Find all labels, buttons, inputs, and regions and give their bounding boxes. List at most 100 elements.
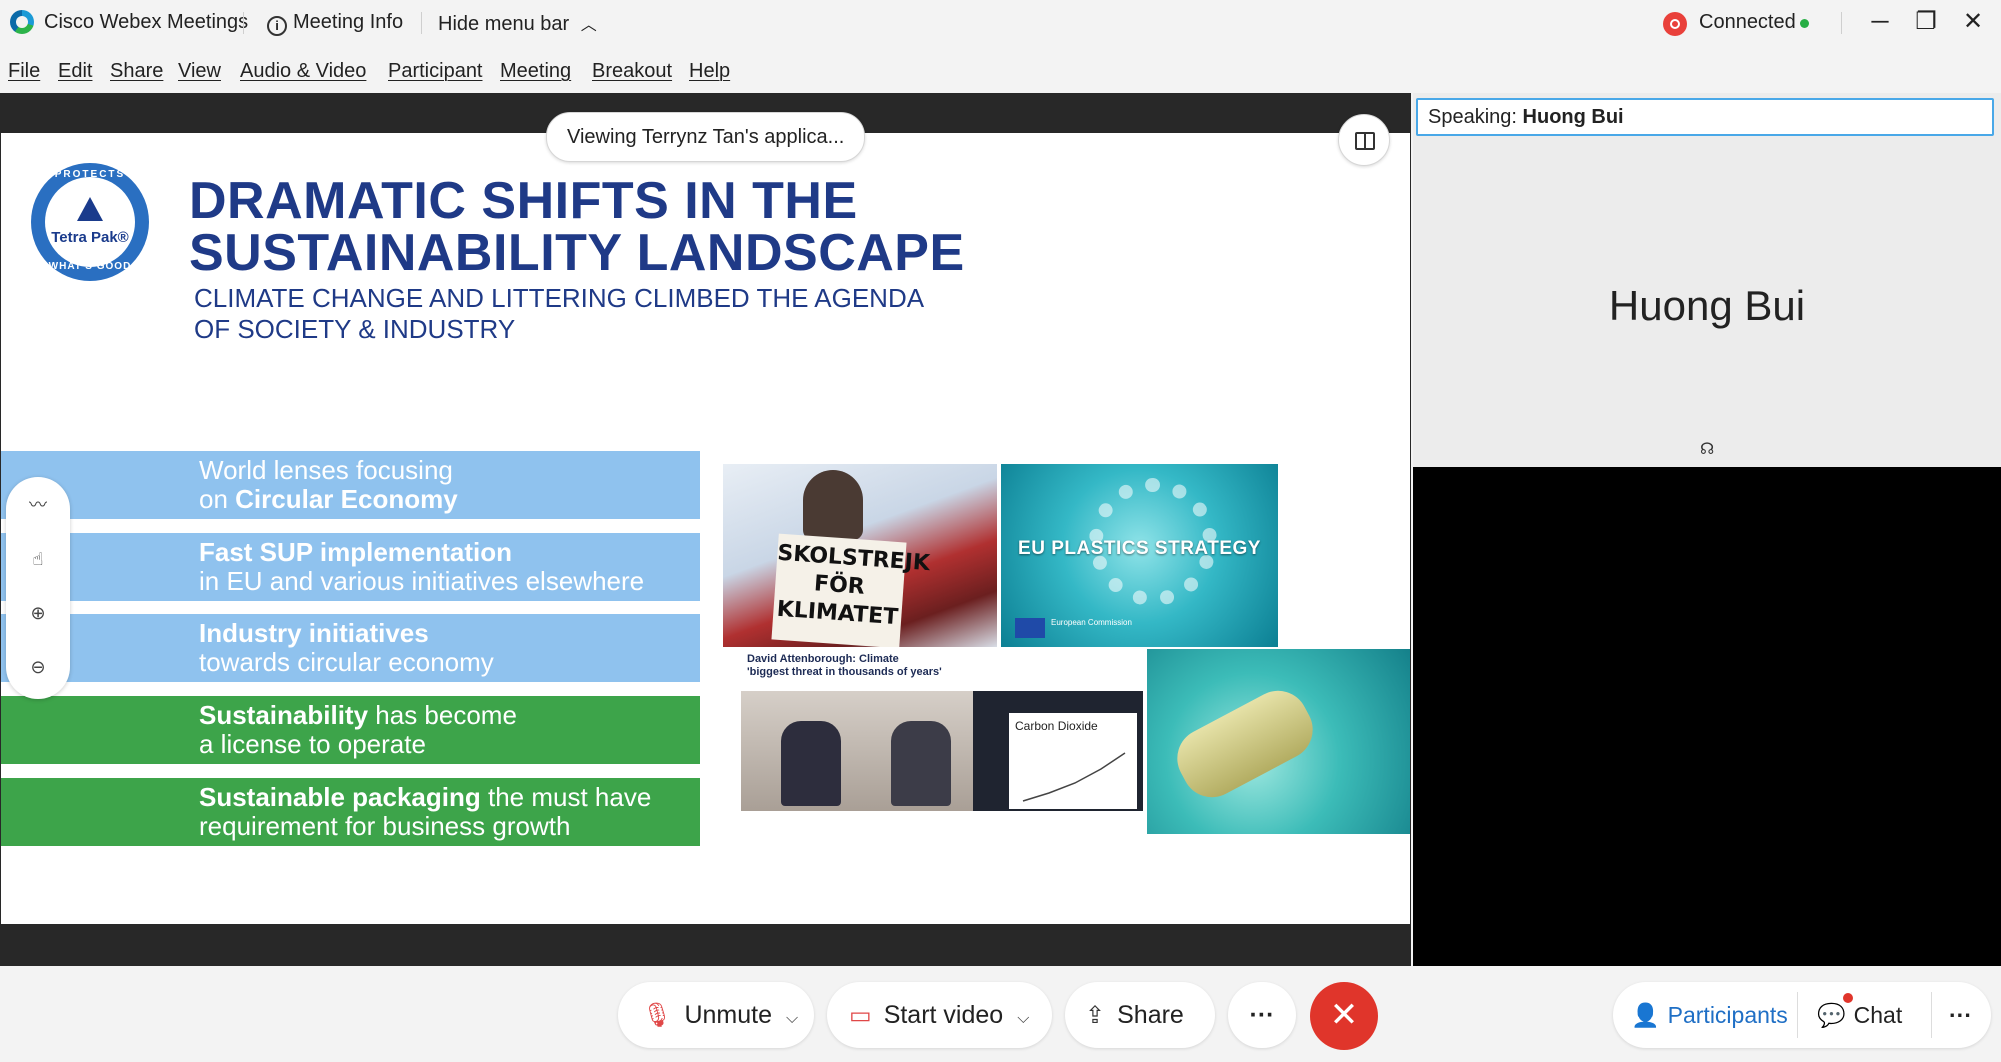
chevron-up-icon: ︿ xyxy=(580,17,597,34)
annotation-toolbar: 〰 ☝ ⊕ ⊖ xyxy=(6,477,70,699)
chat-notification-icon xyxy=(1843,993,1853,1003)
menu-share[interactable]: Share xyxy=(110,60,163,83)
menu-breakout[interactable]: Breakout xyxy=(592,60,672,83)
band-text: towards circular economy xyxy=(199,647,494,677)
hide-menu-bar-button[interactable]: Hide menu bar ︿ xyxy=(438,11,597,36)
layout-toggle-button[interactable] xyxy=(1338,114,1390,166)
person-silhouette xyxy=(781,721,841,806)
logo-name: Tetra Pak® xyxy=(51,229,129,246)
shared-slide: PROTECTS Tetra Pak® WHAT'S GOOD DRAMATIC… xyxy=(1,133,1410,924)
participant-name: Huong Bui xyxy=(1608,282,1806,329)
unmute-button[interactable]: 🎙 Unmute ⌵ xyxy=(618,982,814,1048)
band-text: on xyxy=(199,484,236,514)
menu-participant[interactable]: Participant xyxy=(388,60,483,83)
plastic-bottle-photo xyxy=(1147,649,1410,834)
band-text-bold: Industry initiatives xyxy=(199,618,429,648)
video-off-icon: ▭ xyxy=(849,1002,872,1029)
connected-indicator-icon xyxy=(1800,19,1809,28)
meeting-info-label: Meeting Info xyxy=(293,11,404,33)
unmute-label: Unmute xyxy=(684,1001,773,1029)
band-text: the must have xyxy=(480,782,652,812)
end-meeting-button[interactable]: ✕ xyxy=(1310,982,1378,1050)
zoom-out-icon[interactable]: ⊖ xyxy=(26,655,50,679)
microphone-muted-icon: 🎙 xyxy=(642,1002,673,1029)
tetra-pak-logo: PROTECTS Tetra Pak® WHAT'S GOOD xyxy=(31,163,149,281)
slide-title: DRAMATIC SHIFTS IN THE SUSTAINABILITY LA… xyxy=(189,175,1089,279)
photo-caption-line1: David Attenborough: Climate xyxy=(747,653,899,665)
menu-help[interactable]: Help xyxy=(689,60,730,83)
photo-caption-line2: 'biggest threat in thousands of years' xyxy=(747,666,942,678)
band-sustainable-packaging: Sustainable packaging the must have requi… xyxy=(1,778,700,846)
eu-plastics-photo: EU PLASTICS STRATEGY European Commission xyxy=(1001,464,1278,647)
meeting-info-button[interactable]: i Meeting Info xyxy=(267,11,403,36)
participants-button[interactable]: 👤 Participants xyxy=(1631,982,1788,1048)
eu-plastics-text: EU PLASTICS STRATEGY xyxy=(1018,538,1261,559)
restore-button[interactable]: ❐ xyxy=(1908,6,1944,38)
person-silhouette xyxy=(891,721,951,806)
menu-meeting[interactable]: Meeting xyxy=(500,60,571,83)
separator xyxy=(1931,992,1932,1038)
info-icon: i xyxy=(267,16,287,36)
band-text: a license to operate xyxy=(199,729,426,759)
slide-subtitle: CLIMATE CHANGE AND LITTERING CLIMBED THE… xyxy=(194,283,1014,345)
participants-icon: 👤 xyxy=(1631,1002,1660,1028)
band-text: requirement for business growth xyxy=(199,811,571,841)
start-video-button[interactable]: ▭ Start video ⌵ xyxy=(827,982,1052,1048)
share-area-footer xyxy=(0,924,1411,966)
pointer-icon[interactable]: ☝ xyxy=(26,547,50,571)
chat-button[interactable]: 💬 Chat xyxy=(1817,982,1902,1048)
protest-sign: SKOLSTREJK FÖR KLIMATET xyxy=(771,533,931,647)
tetra-pak-triangle-icon xyxy=(77,197,103,221)
slide-subtitle-line1: CLIMATE CHANGE AND LITTERING CLIMBED THE… xyxy=(194,283,925,313)
menu-audio-video[interactable]: Audio & Video xyxy=(240,60,366,83)
participants-label: Participants xyxy=(1667,1002,1788,1028)
hide-menu-bar-label: Hide menu bar xyxy=(438,13,570,35)
separator xyxy=(1797,992,1798,1038)
band-text: has become xyxy=(368,700,517,730)
speaking-indicator: Speaking: Huong Bui xyxy=(1416,98,1994,136)
band-circular-economy: World lenses focusing on Circular Economy xyxy=(1,451,700,519)
app-title: Cisco Webex Meetings xyxy=(44,11,249,33)
bottle-shape xyxy=(1166,680,1324,808)
co2-line-icon xyxy=(1022,752,1126,802)
slide-subtitle-line2: OF SOCIETY & INDUSTRY xyxy=(194,314,516,344)
slide-title-line2: SUSTAINABILITY LANDSCAPE xyxy=(189,224,965,282)
eu-commission-text: European Commission xyxy=(1051,618,1132,627)
image-collage: SKOLSTREJK FÖR KLIMATET EU PLASTICS STRA… xyxy=(723,464,1410,834)
start-video-label: Start video xyxy=(883,1001,1004,1029)
share-label: Share xyxy=(1117,1001,1184,1029)
viewing-indicator[interactable]: Viewing Terrynz Tan's applica... xyxy=(546,112,866,162)
slide-title-line1: DRAMATIC SHIFTS IN THE xyxy=(189,172,858,230)
person-silhouette xyxy=(803,470,863,540)
panel-buttons: 👤 Participants 💬 Chat ··· xyxy=(1613,982,1991,1048)
band-text-bold: Fast SUP implementation xyxy=(199,537,513,567)
chevron-down-icon[interactable]: ⌵ xyxy=(786,986,798,1052)
logo-ring-bottom: WHAT'S GOOD xyxy=(48,261,132,272)
active-speaker-tile[interactable] xyxy=(1413,93,2001,467)
separator xyxy=(421,12,422,34)
speaking-name: Huong Bui xyxy=(1522,106,1624,128)
photo-caption: David Attenborough: Climate 'biggest thr… xyxy=(747,653,942,679)
co2-chart: Carbon Dioxide xyxy=(1009,713,1137,809)
title-bar: Cisco Webex Meetings i Meeting Info Hide … xyxy=(0,0,2001,46)
close-button[interactable]: ✕ xyxy=(1955,6,1991,38)
connection-status-icon xyxy=(1663,12,1687,36)
menu-edit[interactable]: Edit xyxy=(58,60,92,83)
menu-file[interactable]: File xyxy=(8,60,40,83)
chat-label: Chat xyxy=(1853,1002,1903,1028)
headset-icon: ☊ xyxy=(1700,441,1715,458)
menu-view[interactable]: View xyxy=(178,60,221,83)
more-panels-button[interactable]: ··· xyxy=(1949,982,1972,1048)
climate-strike-photo: SKOLSTREJK FÖR KLIMATET xyxy=(723,464,997,647)
pen-annotate-icon[interactable]: 〰 xyxy=(26,493,50,517)
speaking-label: Speaking: xyxy=(1428,106,1517,128)
split-view-icon xyxy=(1355,132,1375,150)
info-screen: Carbon Dioxide xyxy=(973,691,1143,811)
zoom-in-icon[interactable]: ⊕ xyxy=(26,601,50,625)
chevron-down-icon[interactable]: ⌵ xyxy=(1017,986,1029,1052)
band-text-bold: Sustainability xyxy=(199,700,369,730)
minimize-button[interactable]: ─ xyxy=(1862,6,1898,38)
separator xyxy=(1841,12,1842,34)
share-button[interactable]: ⇪ Share xyxy=(1065,982,1215,1048)
more-options-button[interactable]: ··· xyxy=(1228,982,1296,1048)
